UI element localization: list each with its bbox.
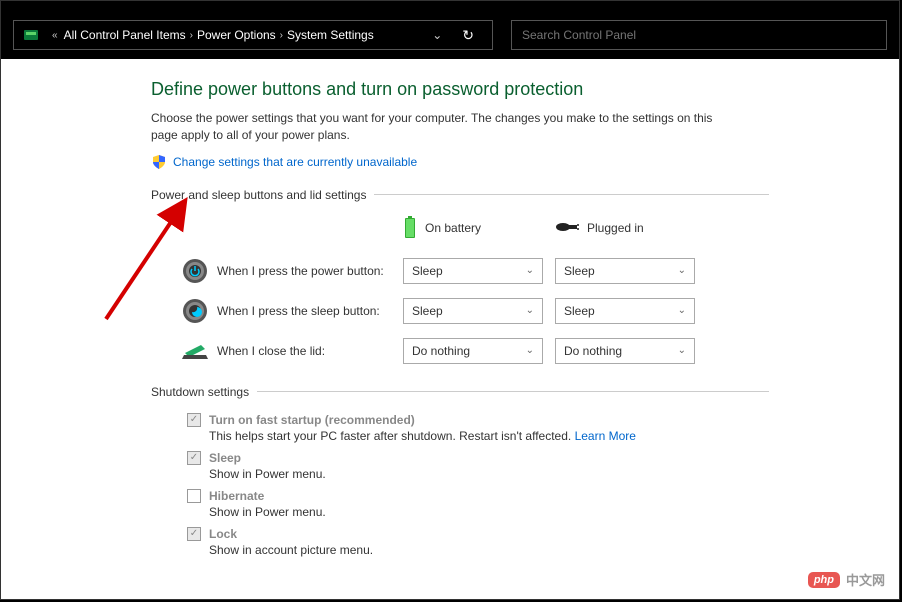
row-label: When I close the lid:: [217, 344, 403, 358]
power-button-plugged-select[interactable]: Sleep⌄: [555, 258, 695, 284]
watermark-text: 中文网: [846, 570, 885, 589]
hibernate-checkbox[interactable]: ✓: [187, 489, 201, 503]
checkbox-description: Show in Power menu.: [209, 505, 769, 519]
chevron-down-icon: ⌄: [526, 305, 534, 316]
page-description: Choose the power settings that you want …: [151, 110, 721, 144]
col-label: On battery: [425, 221, 481, 235]
column-headers: On battery Plugged in: [181, 216, 769, 241]
checkbox-description: Show in account picture menu.: [209, 543, 769, 557]
chevron-down-icon: ⌄: [526, 345, 534, 356]
chevron-right-icon: ›: [190, 30, 193, 41]
power-button-row: When I press the power button: Sleep⌄ Sl…: [181, 257, 769, 285]
sleep-button-icon: [181, 297, 209, 325]
sleep-button-plugged-select[interactable]: Sleep⌄: [555, 298, 695, 324]
chevron-down-icon: ⌄: [526, 265, 534, 276]
page-title: Define power buttons and turn on passwor…: [151, 79, 769, 100]
chevron-right-icon: ›: [280, 30, 283, 41]
power-button-battery-select[interactable]: Sleep⌄: [403, 258, 543, 284]
control-panel-icon: [22, 26, 40, 44]
section-label: Shutdown settings: [151, 385, 249, 399]
address-bar: « All Control Panel Items › Power Option…: [1, 11, 899, 59]
content-area: Define power buttons and turn on passwor…: [1, 59, 899, 599]
chevron-down-icon: ⌄: [678, 345, 686, 356]
power-button-icon: [181, 257, 209, 285]
breadcrumb[interactable]: « All Control Panel Items › Power Option…: [13, 20, 493, 50]
shutdown-items: ✓ Turn on fast startup (recommended) Thi…: [187, 413, 769, 557]
lock-checkbox[interactable]: ✓: [187, 527, 201, 541]
plug-icon: [555, 220, 579, 237]
breadcrumb-item[interactable]: All Control Panel Items: [64, 28, 186, 42]
titlebar: [1, 1, 899, 11]
chevron-down-icon[interactable]: ⌄: [426, 28, 448, 42]
breadcrumb-item[interactable]: System Settings: [287, 28, 374, 42]
checkbox-label: Lock: [209, 527, 237, 541]
control-panel-window: « All Control Panel Items › Power Option…: [0, 0, 900, 600]
checkbox-label: Turn on fast startup (recommended): [209, 413, 415, 427]
laptop-lid-icon: [181, 337, 209, 365]
shield-icon: [151, 154, 167, 170]
checkbox-description: Show in Power menu.: [209, 467, 769, 481]
watermark-badge: php: [808, 572, 840, 588]
refresh-button[interactable]: ↻: [452, 27, 484, 44]
sleep-item: ✓ Sleep Show in Power menu.: [187, 451, 769, 481]
chevron-down-icon: ⌄: [678, 265, 686, 276]
sleep-button-row: When I press the sleep button: Sleep⌄ Sl…: [181, 297, 769, 325]
hibernate-item: ✓ Hibernate Show in Power menu.: [187, 489, 769, 519]
power-section-header: Power and sleep buttons and lid settings: [151, 188, 769, 202]
fast-startup-item: ✓ Turn on fast startup (recommended) Thi…: [187, 413, 769, 443]
learn-more-link[interactable]: Learn More: [575, 429, 636, 443]
battery-column-header: On battery: [403, 216, 543, 241]
change-settings-link[interactable]: Change settings that are currently unava…: [173, 155, 417, 169]
lock-item: ✓ Lock Show in account picture menu.: [187, 527, 769, 557]
col-label: Plugged in: [587, 221, 644, 235]
search-input[interactable]: [522, 28, 876, 42]
row-label: When I press the power button:: [217, 264, 403, 278]
breadcrumb-prefix: «: [52, 30, 58, 41]
chevron-down-icon: ⌄: [678, 305, 686, 316]
plugged-column-header: Plugged in: [555, 216, 695, 241]
breadcrumb-item[interactable]: Power Options: [197, 28, 276, 42]
checkbox-description: This helps start your PC faster after sh…: [209, 429, 769, 443]
fast-startup-checkbox[interactable]: ✓: [187, 413, 201, 427]
change-settings-row: Change settings that are currently unava…: [151, 154, 769, 170]
row-label: When I press the sleep button:: [217, 304, 403, 318]
battery-icon: [403, 216, 417, 241]
power-settings-grid: On battery Plugged in When I press the p…: [181, 216, 769, 365]
sleep-checkbox[interactable]: ✓: [187, 451, 201, 465]
lid-battery-select[interactable]: Do nothing⌄: [403, 338, 543, 364]
lid-plugged-select[interactable]: Do nothing⌄: [555, 338, 695, 364]
shutdown-section-header: Shutdown settings: [151, 385, 769, 399]
checkbox-label: Hibernate: [209, 489, 264, 503]
watermark: php 中文网: [808, 570, 885, 589]
checkbox-label: Sleep: [209, 451, 241, 465]
lid-close-row: When I close the lid: Do nothing⌄ Do not…: [181, 337, 769, 365]
sleep-button-battery-select[interactable]: Sleep⌄: [403, 298, 543, 324]
search-box[interactable]: [511, 20, 887, 50]
section-label: Power and sleep buttons and lid settings: [151, 188, 366, 202]
